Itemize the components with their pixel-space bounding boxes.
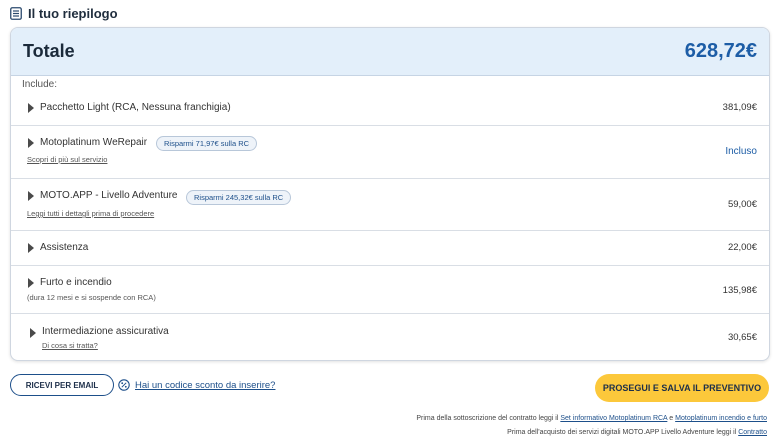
legal-text: Prima dell'acquisto dei servizi digitali… [507, 429, 737, 436]
summary-item-intermediazione[interactable]: Intermediazione assicurativa Di cosa si … [11, 314, 769, 360]
item-name: Furto e incendio [40, 277, 112, 288]
legal-text: e [669, 415, 674, 422]
item-price: 30,65€ [727, 332, 757, 343]
contratto-link[interactable]: Contratto [738, 429, 767, 436]
summary-card: Totale 628,72€ Include: Pacchetto Light … [10, 27, 770, 361]
item-name: Intermediazione assicurativa [42, 326, 169, 337]
item-price: 135,98€ [722, 285, 757, 296]
item-name: Motoplatinum WeRepair [40, 137, 148, 148]
item-name: Assistenza [40, 242, 89, 253]
item-name: Pacchetto Light (RCA, Nessuna franchigia… [40, 102, 231, 113]
summary-item-furto-incendio[interactable]: Furto e incendio (dura 12 mesi e si sosp… [11, 266, 769, 314]
details-link[interactable]: Leggi tutti i dettagli prima di proceder… [27, 209, 154, 218]
summary-item-assistenza[interactable]: Assistenza 22,00€ [11, 231, 769, 266]
continue-save-quote-button[interactable]: PROSEGUI E SALVA IL PREVENTIVO [595, 374, 769, 402]
what-is-it-link[interactable]: Di cosa si tratta? [42, 341, 98, 350]
list-icon [10, 6, 22, 20]
set-informativo-link[interactable]: Set informativo Motoplatinum RCA [560, 415, 667, 422]
summary-item-moto-app[interactable]: MOTO.APP - Livello Adventure Risparmi 24… [11, 179, 769, 231]
caret-right-icon [28, 138, 34, 148]
summary-title: Il tuo riepilogo [28, 5, 118, 21]
caret-right-icon [30, 328, 36, 338]
percent-badge-icon [118, 379, 130, 391]
item-price: 59,00€ [727, 199, 757, 210]
caret-right-icon [28, 243, 34, 253]
discount-code-link[interactable]: Hai un codice sconto da inserire? [118, 379, 275, 391]
savings-badge: Risparmi 71,97€ sulla RC [156, 136, 258, 151]
email-button[interactable]: RICEVI PER EMAIL [10, 374, 114, 396]
total-label: Totale [23, 41, 75, 61]
item-name: MOTO.APP - Livello Adventure [40, 190, 178, 201]
savings-badge: Risparmi 245,32€ sulla RC [186, 190, 292, 205]
caret-right-icon [28, 191, 34, 201]
discount-link-text[interactable]: Hai un codice sconto da inserire? [135, 380, 275, 391]
caret-right-icon [28, 103, 34, 113]
item-note: (dura 12 mesi e si sospende con RCA) [27, 293, 156, 302]
legal-note-1: Prima della sottoscrizione del contratto… [416, 415, 767, 422]
legal-note-2: Prima dell'acquisto dei servizi digitali… [507, 429, 767, 436]
item-price: 22,00€ [727, 242, 757, 253]
summary-item-pacchetto-light[interactable]: Pacchetto Light (RCA, Nessuna franchigia… [11, 90, 769, 126]
include-label: Include: [22, 79, 58, 90]
summary-item-motoplatinum-werepair[interactable]: Motoplatinum WeRepair Risparmi 71,97€ su… [11, 126, 769, 179]
total-row: Totale 628,72€ [11, 28, 769, 76]
item-price: Incluso [725, 146, 757, 157]
summary-header: Il tuo riepilogo [10, 5, 118, 21]
item-price: 381,09€ [722, 102, 757, 113]
incendio-furto-link[interactable]: Motoplatinum incendio e furto [675, 415, 767, 422]
service-info-link[interactable]: Scopri di più sul servizio [27, 155, 107, 164]
total-value: 628,72€ [684, 40, 757, 62]
caret-right-icon [28, 278, 34, 288]
legal-text: Prima della sottoscrizione del contratto… [416, 415, 559, 422]
